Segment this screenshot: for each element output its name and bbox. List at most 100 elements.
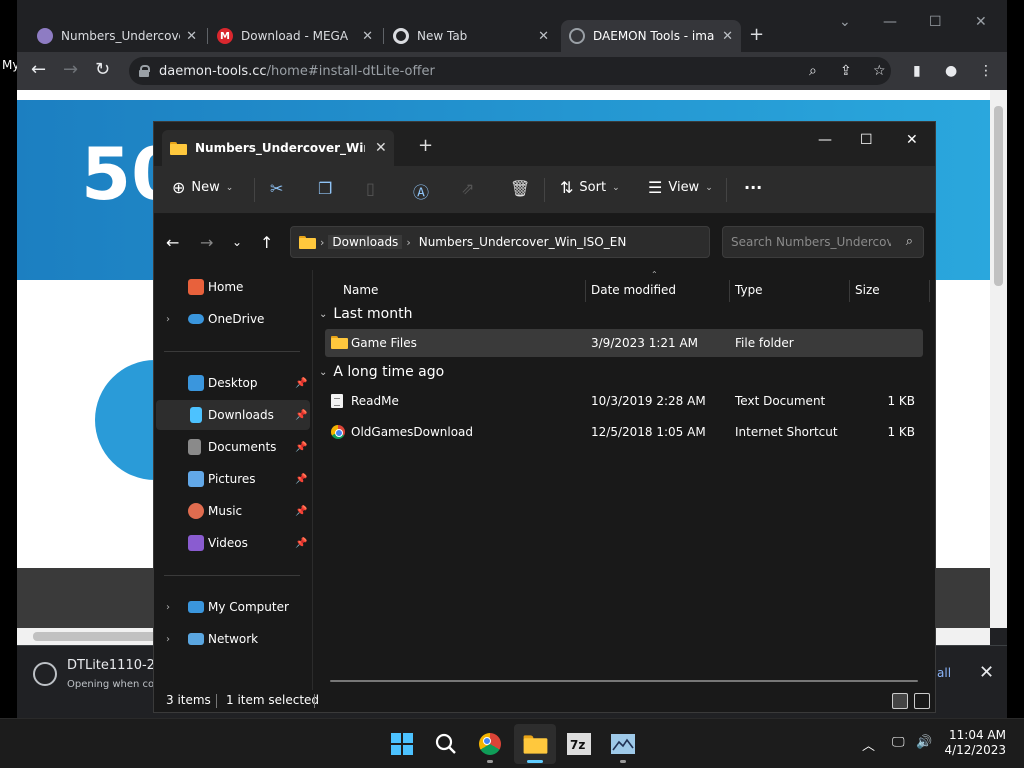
column-divider[interactable] [929, 280, 930, 302]
close-download-bar-icon[interactable]: ✕ [979, 662, 994, 683]
tab-close-icon[interactable]: ✕ [362, 29, 373, 44]
explorer-search-box[interactable]: ⌕ [722, 226, 924, 258]
chrome-icon[interactable] [477, 731, 503, 763]
browser-tab-2[interactable]: M Download - MEGA ✕ [209, 20, 381, 52]
7zip-icon[interactable]: 7z [566, 731, 592, 757]
delete-icon[interactable]: 🗑 [510, 179, 530, 198]
new-explorer-tab-button[interactable]: + [418, 135, 433, 156]
column-divider[interactable] [729, 280, 730, 302]
more-options-button[interactable]: ··· [744, 178, 762, 197]
nav-item-videos[interactable]: Videos 📌 [156, 528, 310, 558]
explorer-address-bar[interactable]: › Downloads › Numbers_Undercover_Win_ISO… [290, 226, 834, 258]
breadcrumb-current-folder[interactable]: Numbers_Undercover_Win_ISO_EN [415, 235, 631, 249]
maximize-icon[interactable]: ☐ [929, 14, 942, 30]
column-header-size[interactable]: Size [855, 276, 880, 304]
close-icon[interactable]: ✕ [975, 14, 987, 30]
download-filename[interactable]: DTLite1110-20 [67, 658, 163, 673]
table-row[interactable]: ReadMe 10/3/2019 2:28 AM Text Document 1… [325, 387, 923, 415]
volume-icon[interactable]: 🔊 [916, 735, 932, 750]
image-app-icon[interactable] [610, 731, 636, 763]
browser-tab-4[interactable]: DAEMON Tools - ima ✕ [561, 20, 741, 52]
computer-icon [188, 601, 204, 613]
copy-icon[interactable]: ❐ [318, 179, 332, 198]
forward-arrow-icon[interactable]: → [200, 233, 213, 252]
new-tab-button[interactable]: + [749, 24, 764, 45]
clock[interactable]: 11:04 AM 4/12/2023 [944, 728, 1006, 758]
search-icon[interactable] [433, 731, 459, 757]
pin-icon[interactable]: 📌 [295, 538, 307, 549]
pin-icon[interactable]: 📌 [295, 506, 307, 517]
expand-chevron-icon[interactable]: › [166, 602, 170, 613]
browser-tab-3[interactable]: New Tab ✕ [385, 20, 557, 52]
pin-icon[interactable]: 📌 [295, 474, 307, 485]
column-divider[interactable] [585, 280, 586, 302]
nav-item-pictures[interactable]: Pictures 📌 [156, 464, 310, 494]
table-row[interactable]: Game Files 3/9/2023 1:21 AM File folder [325, 329, 923, 357]
minimize-icon[interactable]: — [818, 132, 832, 148]
group-header-last-month[interactable]: ⌄ Last month [319, 306, 412, 322]
up-arrow-icon[interactable]: ↑ [260, 233, 273, 252]
paste-icon[interactable]: ▯ [366, 179, 375, 198]
column-divider[interactable] [849, 280, 850, 302]
file-explorer-icon[interactable] [522, 731, 548, 763]
search-input[interactable] [731, 235, 891, 249]
network-monitor-icon[interactable]: 🖵 [892, 735, 905, 750]
download-file-icon[interactable] [33, 662, 57, 686]
nav-item-music[interactable]: Music 📌 [156, 496, 310, 526]
nav-item-onedrive[interactable]: › OneDrive [156, 304, 310, 334]
show-hidden-icons-chevron-icon[interactable]: ︿ [862, 735, 875, 754]
reload-icon[interactable]: ↻ [95, 61, 110, 79]
back-arrow-icon[interactable]: ← [31, 61, 46, 79]
rename-icon[interactable]: Ⓐ [413, 179, 429, 203]
forward-arrow-icon[interactable]: → [63, 61, 78, 79]
address-bar[interactable]: daemon-tools.cc /home#install-dtLite-off… [129, 57, 891, 85]
svg-text:7z: 7z [570, 738, 585, 752]
table-row[interactable]: OldGamesDownload 12/5/2018 1:05 AM Inter… [325, 418, 923, 446]
column-header-date[interactable]: Date modified [591, 276, 676, 304]
minimize-icon[interactable]: — [883, 14, 897, 30]
show-all-link[interactable]: all [937, 666, 951, 680]
pin-icon[interactable]: 📌 [295, 410, 307, 421]
tab-close-icon[interactable]: ✕ [722, 29, 733, 44]
nav-item-desktop[interactable]: Desktop 📌 [156, 368, 310, 398]
explorer-tab[interactable]: Numbers_Undercover_Win_ISO_EN ✕ [162, 130, 394, 166]
nav-item-my-computer[interactable]: › My Computer [156, 592, 310, 622]
tab-close-icon[interactable]: ✕ [538, 29, 549, 44]
sort-button[interactable]: ⇅ Sort ⌄ [560, 178, 620, 197]
tiles-view-icon[interactable] [914, 693, 930, 709]
column-header-name[interactable]: Name [343, 276, 378, 304]
file-list-scrollbar[interactable] [330, 680, 918, 682]
details-view-icon[interactable] [892, 693, 908, 709]
browser-tab-1[interactable]: Numbers_Undercove ✕ [29, 20, 205, 52]
group-header-long-ago[interactable]: ⌄ A long time ago [319, 364, 444, 380]
view-button[interactable]: ☰ View ⌄ [648, 178, 713, 197]
back-arrow-icon[interactable]: ← [166, 233, 179, 252]
nav-item-home[interactable]: Home [156, 272, 310, 302]
breadcrumb-downloads[interactable]: Downloads [328, 235, 403, 249]
maximize-icon[interactable]: ☐ [860, 132, 873, 148]
nav-item-documents[interactable]: Documents 📌 [156, 432, 310, 462]
tab-search-chevron-icon[interactable]: ⌄ [839, 14, 851, 30]
close-tab-icon[interactable]: ✕ [375, 140, 387, 156]
recent-locations-chevron-icon[interactable]: ⌄ [232, 235, 242, 249]
bookmark-star-icon[interactable]: ☆ [873, 63, 886, 79]
nav-item-network[interactable]: › Network [156, 624, 310, 654]
expand-chevron-icon[interactable]: › [166, 314, 170, 325]
pin-icon[interactable]: 📌 [295, 378, 307, 389]
expand-chevron-icon[interactable]: › [166, 634, 170, 645]
pin-icon[interactable]: 📌 [295, 442, 307, 453]
cut-icon[interactable]: ✂ [270, 179, 283, 198]
nav-item-downloads[interactable]: Downloads 📌 [156, 400, 310, 430]
menu-kebab-icon[interactable]: ⋮ [979, 63, 993, 79]
share-icon[interactable]: ⇪ [840, 63, 852, 79]
share-icon[interactable]: ⇗ [461, 179, 474, 198]
windows-start-icon[interactable] [389, 731, 415, 757]
side-panel-icon[interactable]: ▮ [913, 63, 921, 79]
page-vertical-scrollbar[interactable] [990, 90, 1007, 628]
zoom-icon[interactable]: ⌕ [809, 63, 817, 79]
new-button[interactable]: ⊕ New ⌄ [172, 178, 233, 197]
tab-close-icon[interactable]: ✕ [186, 29, 197, 44]
close-window-icon[interactable]: ✕ [906, 132, 918, 148]
column-header-type[interactable]: Type [735, 276, 763, 304]
profile-icon[interactable]: ● [945, 63, 957, 79]
